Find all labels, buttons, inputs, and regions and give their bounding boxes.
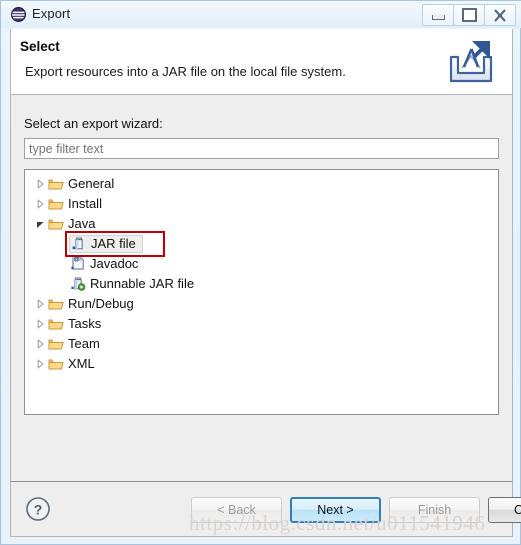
page-description: Export resources into a JAR file on the … <box>25 64 346 79</box>
cancel-button[interactable]: Cancel <box>488 497 521 523</box>
tree-item-jar-file[interactable]: JAR file <box>55 234 143 253</box>
javadoc-icon: @ <box>71 257 84 270</box>
back-button[interactable]: < Back <box>191 497 282 523</box>
chevron-right-icon <box>37 198 44 209</box>
chevron-right-icon[interactable] <box>33 174 47 193</box>
back-button-label: < Back <box>217 503 256 517</box>
export-dialog-window: Export Select Export resources into a JA… <box>0 0 521 545</box>
runnable-jar-icon <box>71 277 86 291</box>
dialog-header: Select Export resources into a JAR file … <box>10 29 513 95</box>
close-icon <box>494 8 506 22</box>
chevron-right-icon[interactable] <box>33 314 47 333</box>
tree-item-wrapper: Tasks <box>47 315 101 333</box>
tree-item-wrapper: @ Javadoc <box>69 255 138 273</box>
tree-item-label: JAR file <box>91 236 136 251</box>
window-title: Export <box>32 6 71 21</box>
export-wizard-tree[interactable]: General Install Java JAR file @ Javadoc Runnab… <box>24 169 499 415</box>
tree-item-wrapper: Java <box>47 215 95 233</box>
tree-item-label: Install <box>68 196 102 211</box>
tree-item-label: Runnable JAR file <box>90 276 195 291</box>
cancel-button-label: Cancel <box>514 503 521 517</box>
page-title: Select <box>20 39 60 54</box>
tree-item-tasks[interactable]: Tasks <box>33 314 101 333</box>
folder-icon <box>47 357 65 371</box>
chevron-right-icon[interactable] <box>33 334 47 353</box>
minimize-icon <box>431 14 445 20</box>
wizard-select-label: Select an export wizard: <box>24 116 163 131</box>
tree-item-label: Javadoc <box>90 256 139 271</box>
folder-icon <box>48 319 64 329</box>
close-button[interactable] <box>484 4 516 26</box>
tree-item-wrapper: Run/Debug <box>47 295 134 313</box>
tree-item-run-debug[interactable]: Run/Debug <box>33 294 134 313</box>
tree-item-runnable-jar-file[interactable]: Runnable JAR file <box>55 274 194 293</box>
folder-icon <box>47 197 65 211</box>
folder-icon <box>47 317 65 331</box>
help-icon[interactable]: ? <box>25 496 51 522</box>
chevron-down-icon[interactable] <box>33 214 47 233</box>
maximize-button[interactable] <box>453 4 485 26</box>
folder-icon <box>48 339 64 349</box>
folder-icon <box>47 297 65 311</box>
svg-text:?: ? <box>34 502 43 518</box>
tree-item-wrapper: Install <box>47 195 102 213</box>
window-controls <box>422 4 516 26</box>
tree-item-label: Java <box>68 216 96 231</box>
tree-item-general[interactable]: General <box>33 174 114 193</box>
folder-icon <box>48 179 64 189</box>
chevron-right-icon[interactable] <box>33 294 47 313</box>
chevron-down-icon <box>36 221 44 228</box>
finish-button[interactable]: Finish <box>389 497 480 523</box>
filter-input[interactable] <box>24 138 499 159</box>
folder-icon <box>47 217 65 231</box>
chevron-right-icon[interactable] <box>33 354 47 373</box>
dialog-body: Select an export wizard: General Install J… <box>10 95 513 481</box>
tree-item-label: General <box>68 176 115 191</box>
chevron-right-icon[interactable] <box>33 194 47 213</box>
minimize-button[interactable] <box>422 4 454 26</box>
folder-icon <box>48 299 64 309</box>
folder-icon <box>47 337 65 351</box>
eclipse-icon <box>11 7 26 22</box>
tree-item-install[interactable]: Install <box>33 194 102 213</box>
title-bar[interactable]: Export <box>1 1 521 28</box>
runnable-jar-icon <box>69 276 87 291</box>
dialog-button-bar: ? < Back Next > Finish Cancel <box>10 481 521 537</box>
tree-item-java[interactable]: Java <box>33 214 95 233</box>
maximize-icon <box>461 8 477 22</box>
tree-item-wrapper: Team <box>47 335 100 353</box>
next-button[interactable]: Next > <box>290 497 381 523</box>
next-button-label: Next > <box>317 503 354 517</box>
tree-item-label: Tasks <box>68 316 102 331</box>
tree-item-xml[interactable]: XML <box>33 354 95 373</box>
jar-file-icon <box>72 237 83 250</box>
chevron-right-icon <box>37 318 44 329</box>
jar-file-icon <box>70 236 88 251</box>
tree-item-selected-wrapper: JAR file <box>69 234 143 253</box>
tree-item-label: Team <box>68 336 100 351</box>
folder-icon <box>48 199 64 209</box>
svg-text:@: @ <box>74 257 80 263</box>
tree-item-wrapper: XML <box>47 355 95 373</box>
tree-item-javadoc[interactable]: @ Javadoc <box>55 254 138 273</box>
export-wizard-icon <box>442 37 500 89</box>
chevron-right-icon <box>37 358 44 369</box>
tree-item-wrapper: General <box>47 175 114 193</box>
folder-icon <box>47 177 65 191</box>
tree-item-label: XML <box>68 356 95 371</box>
tree-item-team[interactable]: Team <box>33 334 100 353</box>
finish-button-label: Finish <box>417 503 452 517</box>
tree-item-label: Run/Debug <box>68 296 134 311</box>
chevron-right-icon <box>37 298 44 309</box>
tree-item-wrapper: Runnable JAR file <box>69 275 194 293</box>
chevron-right-icon <box>37 178 44 189</box>
chevron-right-icon <box>37 338 44 349</box>
folder-icon <box>48 359 64 369</box>
javadoc-icon: @ <box>69 256 87 271</box>
folder-icon <box>48 219 64 229</box>
